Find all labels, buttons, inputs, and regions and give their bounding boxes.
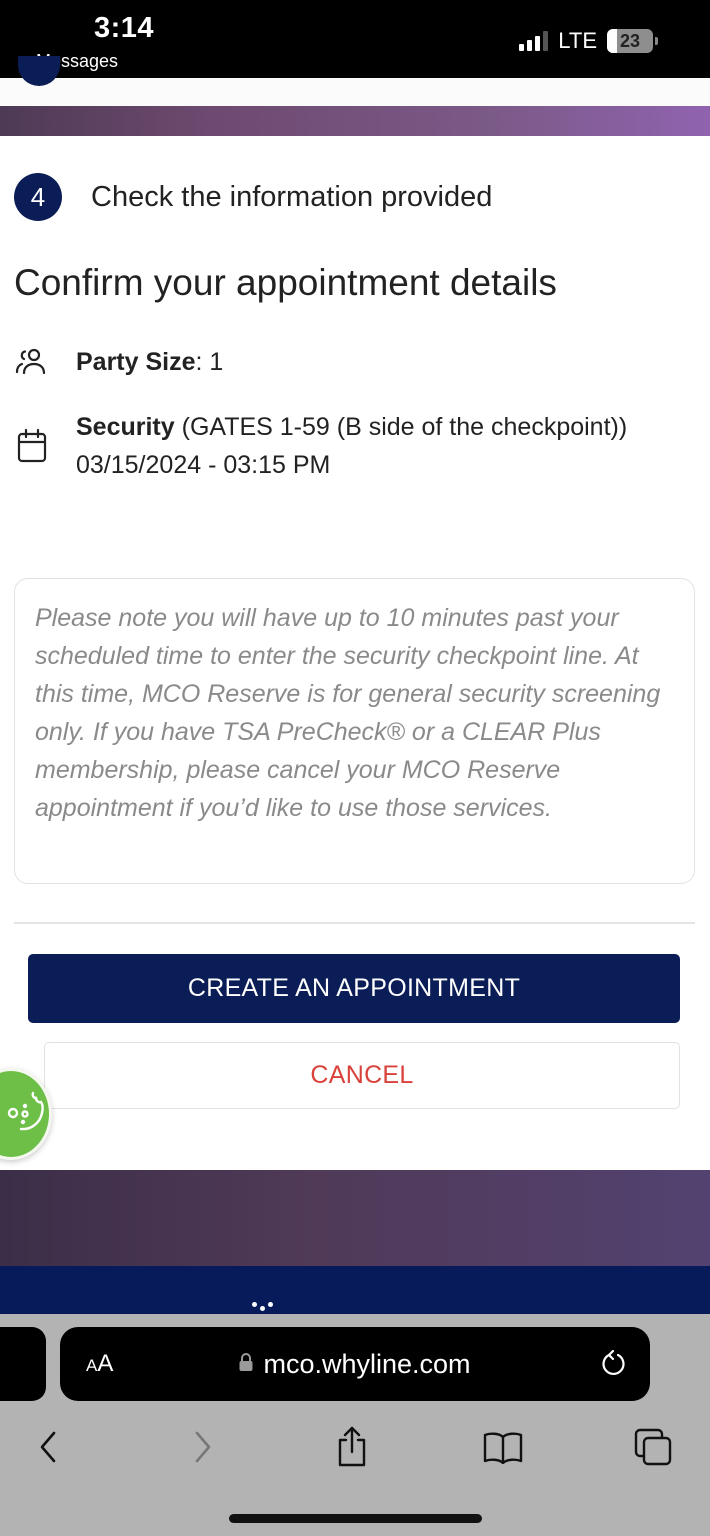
divider <box>14 922 695 924</box>
cancel-button[interactable]: CANCEL <box>44 1042 680 1109</box>
cookie-icon <box>3 1087 47 1142</box>
chevron-left-icon[interactable] <box>23 1422 73 1472</box>
battery-level: 23 <box>619 30 641 51</box>
notice-box: Please note you will have up to 10 minut… <box>14 578 695 884</box>
people-icon <box>14 344 50 380</box>
home-indicator[interactable] <box>229 1514 482 1523</box>
step-label: Check the information provided <box>91 180 493 213</box>
previous-step-strip <box>0 56 710 106</box>
battery-cap <box>655 37 658 45</box>
step-indicator: 4 Check the information provided <box>14 173 492 221</box>
battery-icon: 23 <box>607 29 653 53</box>
party-size-label: Party Size <box>76 348 196 376</box>
status-indicators: LTE 23 <box>519 28 658 54</box>
chevron-right-icon[interactable] <box>178 1422 228 1472</box>
lock-icon <box>239 1352 253 1377</box>
tabs-icon[interactable] <box>628 1422 678 1472</box>
signal-icon <box>519 31 549 51</box>
header-band <box>0 106 710 136</box>
security-value: (GATES 1-59 (B side of the checkpoint)) <box>174 413 628 441</box>
footer-band <box>0 1170 710 1266</box>
security-label: Security <box>76 413 175 441</box>
create-appointment-button[interactable]: CREATE AN APPOINTMENT <box>28 954 680 1023</box>
browser-nav-row <box>0 1422 710 1482</box>
page-title: Confirm your appointment details <box>14 262 557 303</box>
share-icon[interactable] <box>327 1422 377 1472</box>
party-size-row: Party Size: 1 <box>14 343 223 381</box>
url-text: mco.whyline.com <box>263 1348 471 1379</box>
browser-toolbar: AA mco.whyline.com <box>0 1314 710 1536</box>
address-bar[interactable]: AA mco.whyline.com <box>60 1327 650 1401</box>
status-bar: 3:14 Messages LTE 23 <box>0 0 710 78</box>
text-size-button[interactable]: AA <box>86 1350 113 1378</box>
appointment-datetime: 03/15/2024 - 03:15 PM <box>76 451 331 479</box>
calendar-icon <box>14 428 50 464</box>
status-time: 3:14 <box>94 12 155 44</box>
reload-icon[interactable] <box>598 1349 628 1379</box>
loading-dots-icon <box>250 1302 280 1312</box>
book-icon[interactable] <box>478 1422 528 1472</box>
party-size-value: : 1 <box>195 348 224 376</box>
security-row: Security (GATES 1-59 (B side of the chec… <box>14 408 627 484</box>
step-number-badge: 4 <box>14 173 62 221</box>
footer-navy-bar <box>0 1266 710 1314</box>
adjacent-tab-preview[interactable] <box>0 1327 46 1401</box>
notice-text: Please note you will have up to 10 minut… <box>35 604 661 822</box>
previous-step-badge <box>18 56 60 86</box>
network-label: LTE <box>558 28 597 53</box>
